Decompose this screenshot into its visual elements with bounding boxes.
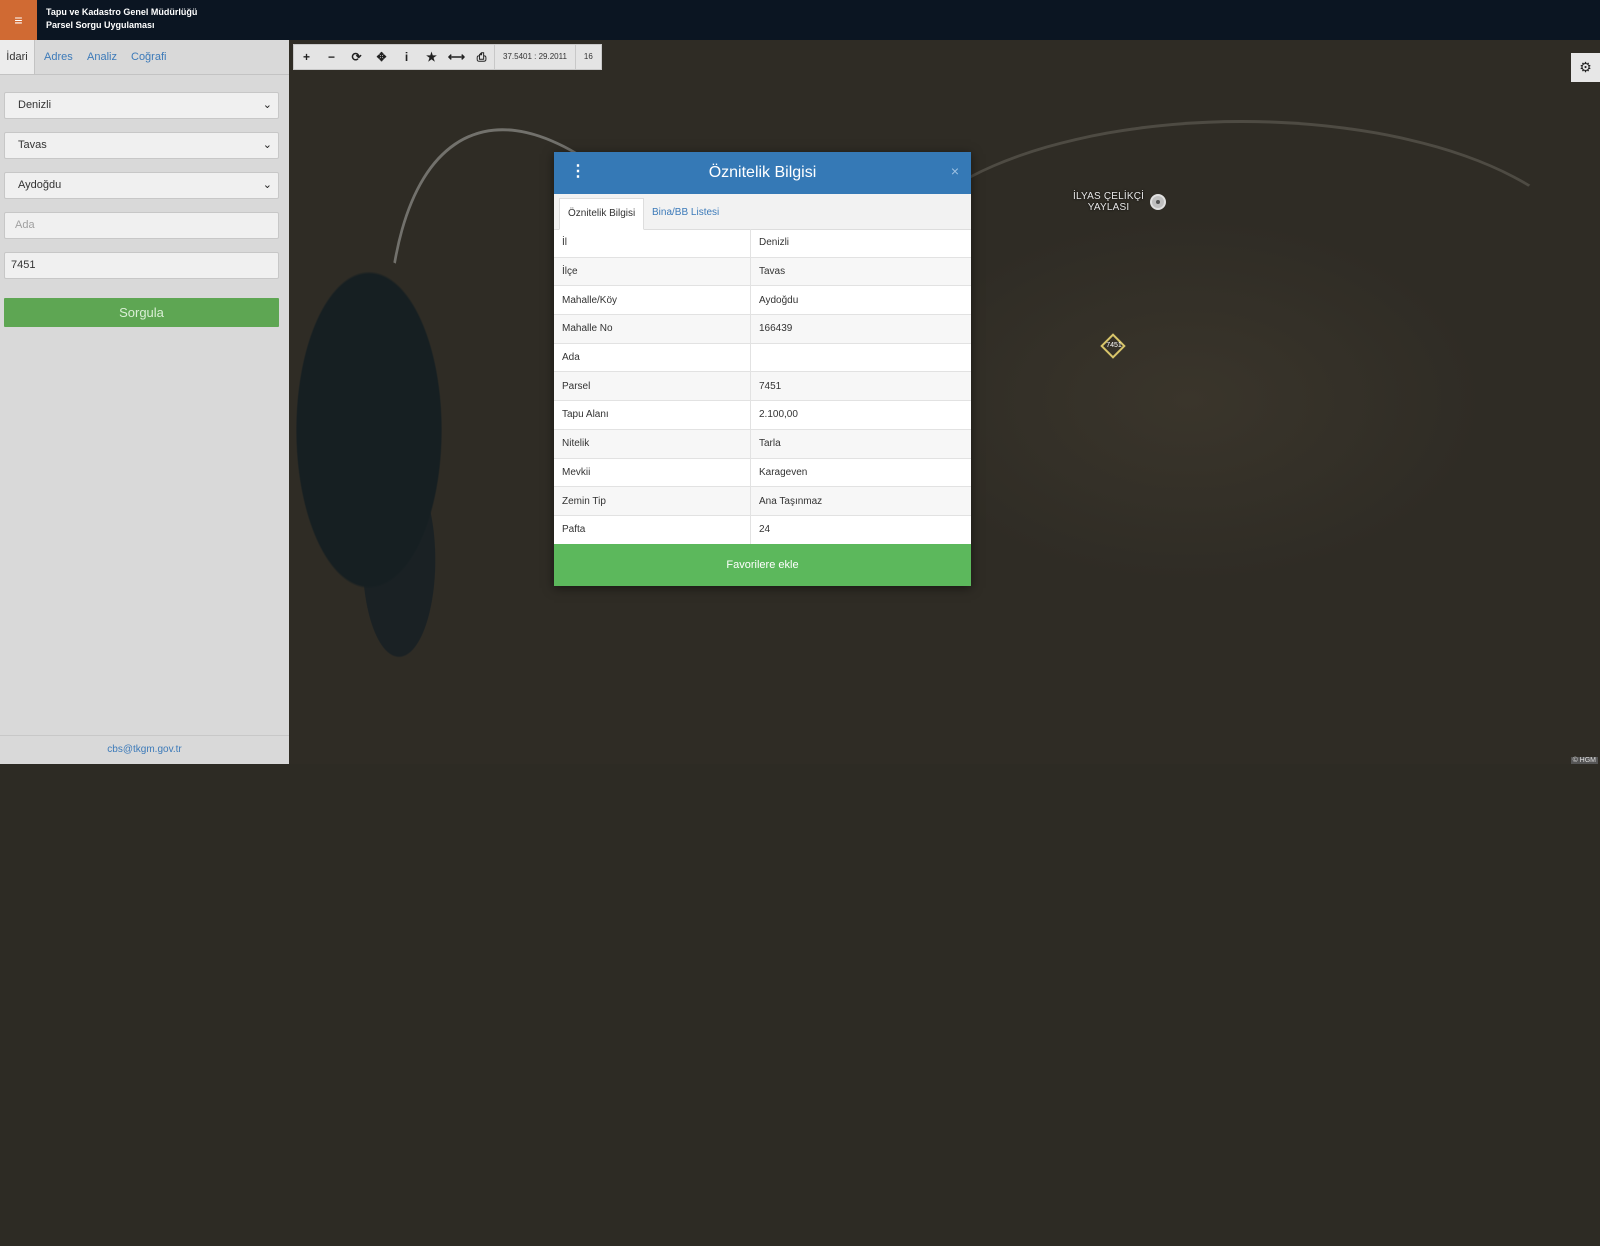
table-row: Nitelik Tarla: [554, 429, 971, 459]
neighborhood-select[interactable]: Aydoğdu ⌄: [4, 172, 279, 199]
tab-adres[interactable]: Adres: [44, 40, 73, 74]
hamburger-menu-icon[interactable]: ≡: [0, 0, 37, 40]
zoom-in-icon[interactable]: +: [294, 45, 319, 69]
chevron-down-icon: ⌄: [262, 179, 272, 191]
close-icon[interactable]: ×: [951, 163, 959, 179]
attr-key: İl: [554, 229, 751, 258]
attr-key: Mevkii: [554, 458, 751, 488]
attr-value: 2.100,00: [750, 400, 971, 430]
tab-analiz[interactable]: Analiz: [87, 40, 117, 74]
attr-value: [750, 343, 971, 373]
org-name: Tapu ve Kadastro Genel Müdürlüğü: [46, 7, 198, 17]
info-icon[interactable]: i: [394, 45, 419, 69]
attribute-info-modal: Öznitelik Bilgisi ⋮ × Öznitelik Bilgisi …: [554, 152, 971, 586]
block-input-placeholder: Ada: [15, 219, 35, 231]
attr-value: Tavas: [750, 257, 971, 287]
neighborhood-select-value: Aydoğdu: [18, 179, 62, 191]
star-icon[interactable]: ★: [419, 45, 444, 69]
attr-key: Nitelik: [554, 429, 751, 459]
parcel-input-value: 7451: [11, 259, 36, 271]
attribute-table: İl Denizli İlçe Tavas Mahalle/Köy Aydoğdu M…: [554, 229, 971, 545]
sidebar-tabs: İdari Adres Analiz Coğrafi: [0, 40, 289, 75]
table-row: Ada: [554, 343, 971, 373]
table-row: İlçe Tavas: [554, 257, 971, 287]
modal-header: Öznitelik Bilgisi ⋮ ×: [554, 152, 971, 194]
tab-idari[interactable]: İdari: [0, 40, 35, 74]
chevron-down-icon: ⌄: [262, 139, 272, 151]
attr-value: 166439: [750, 314, 971, 344]
top-bar: ≡ Tapu ve Kadastro Genel Müdürlüğü Parse…: [0, 0, 1600, 40]
attr-value: Aydoğdu: [750, 285, 971, 316]
coordinate-readout: 37.5401 : 29.2011: [494, 45, 575, 69]
map-road: [889, 120, 1595, 426]
attr-value: 7451: [750, 371, 971, 402]
district-select[interactable]: Tavas ⌄: [4, 132, 279, 159]
attr-value: Ana Taşınmaz: [750, 486, 971, 516]
parcel-marker-label: 7451: [1106, 342, 1122, 349]
app-title: Tapu ve Kadastro Genel Müdürlüğü Parsel …: [46, 6, 197, 32]
zoom-out-icon[interactable]: −: [319, 45, 344, 69]
map-attribution: © HGM: [1570, 757, 1598, 764]
table-row: İl Denizli: [554, 229, 971, 258]
attr-key: İlçe: [554, 257, 751, 287]
zoom-level-readout: 16: [574, 45, 601, 69]
app-name: Parsel Sorgu Uygulaması: [46, 20, 155, 30]
add-to-favorites-button[interactable]: Favorilere ekle: [554, 544, 971, 586]
attr-key: Tapu Alanı: [554, 400, 751, 430]
query-sidebar: İdari Adres Analiz Coğrafi Denizli ⌄ Tav…: [0, 40, 290, 764]
attr-key: Zemin Tip: [554, 486, 751, 516]
attr-value: 24: [750, 515, 971, 545]
table-row: Parsel 7451: [554, 371, 971, 402]
move-icon[interactable]: ✥: [369, 45, 394, 69]
attr-key: Pafta: [554, 515, 751, 545]
modal-title: Öznitelik Bilgisi: [708, 164, 817, 181]
measure-icon[interactable]: ⟷: [444, 45, 469, 69]
kebab-menu-icon[interactable]: ⋮: [570, 162, 586, 182]
refresh-icon[interactable]: ⟳: [344, 45, 369, 69]
query-button[interactable]: Sorgula: [4, 298, 279, 327]
place-label: İLYAS ÇELİKÇİ YAYLASI: [1073, 191, 1144, 213]
table-row: Pafta 24: [554, 515, 971, 545]
contact-email-link[interactable]: cbs@tkgm.gov.tr: [0, 735, 289, 764]
attr-value: Karageven: [750, 458, 971, 488]
parcel-input[interactable]: 7451: [4, 252, 279, 279]
district-select-value: Tavas: [18, 139, 47, 151]
place-label-line2: YAYLASI: [1087, 202, 1130, 213]
attr-key: Parsel: [554, 371, 751, 402]
place-label-line1: İLYAS ÇELİKÇİ: [1073, 191, 1145, 202]
table-row: Mahalle No 166439: [554, 314, 971, 344]
attr-value: Tarla: [750, 429, 971, 459]
attr-key: Ada: [554, 343, 751, 373]
map-toolbar: + − ⟳ ✥ i ★ ⟷ ⎙ 37.5401 : 29.2011 16: [293, 44, 602, 70]
province-select-value: Denizli: [18, 99, 52, 111]
tab-attribute-info[interactable]: Öznitelik Bilgisi: [559, 198, 645, 230]
map-pin-icon[interactable]: [1150, 194, 1166, 210]
modal-tabs: Öznitelik Bilgisi Bina/BB Listesi: [554, 194, 971, 230]
table-row: Tapu Alanı 2.100,00: [554, 400, 971, 430]
tab-cografi[interactable]: Coğrafi: [131, 40, 166, 74]
table-row: Mahalle/Köy Aydoğdu: [554, 285, 971, 316]
gear-icon[interactable]: ⚙: [1571, 53, 1600, 82]
chevron-down-icon: ⌄: [262, 99, 272, 111]
table-row: Zemin Tip Ana Taşınmaz: [554, 486, 971, 516]
table-row: Mevkii Karageven: [554, 458, 971, 488]
print-icon[interactable]: ⎙: [469, 45, 494, 69]
block-input[interactable]: Ada: [4, 212, 279, 239]
attr-value: Denizli: [750, 229, 971, 258]
attr-key: Mahalle/Köy: [554, 285, 751, 316]
attr-key: Mahalle No: [554, 314, 751, 344]
tab-building-list[interactable]: Bina/BB Listesi: [644, 198, 727, 228]
province-select[interactable]: Denizli ⌄: [4, 92, 279, 119]
